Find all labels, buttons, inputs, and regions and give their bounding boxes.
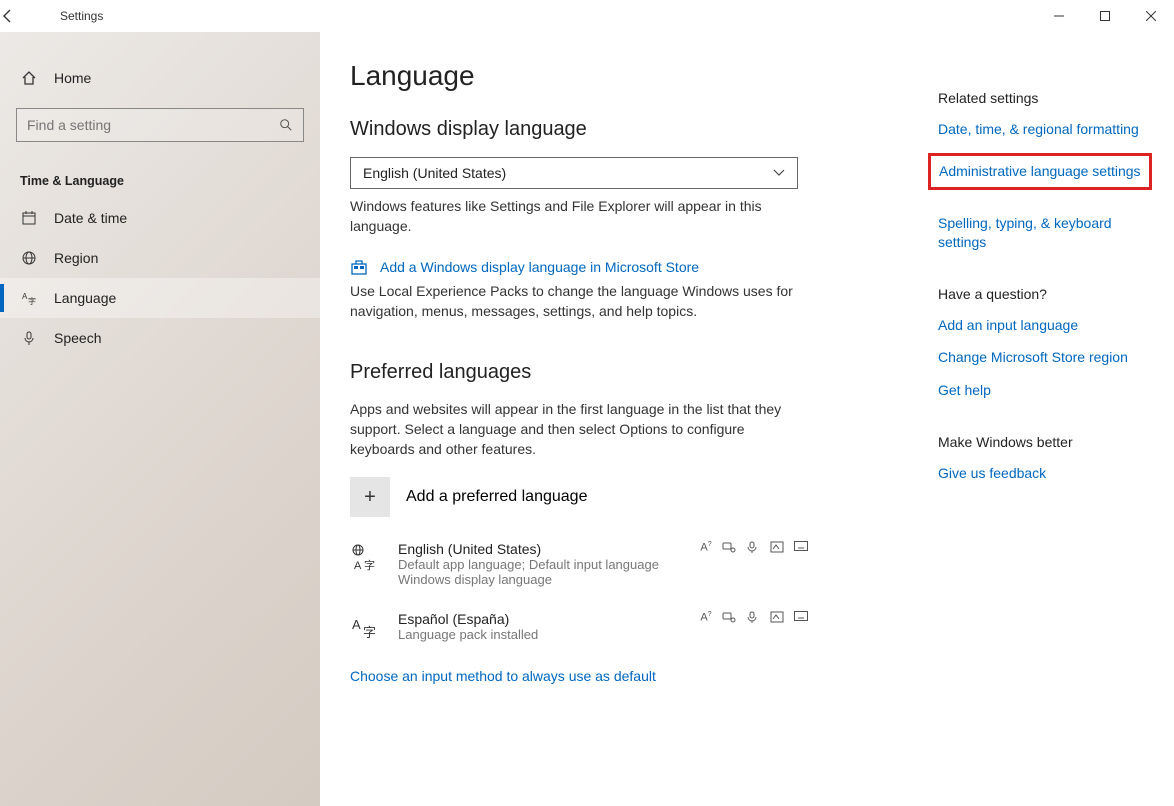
microphone-icon <box>20 330 38 346</box>
display-badge-icon: A? <box>698 611 714 624</box>
language-item-english[interactable]: A字 English (United States) Default app l… <box>350 541 810 587</box>
language-feature-badges: A? <box>698 541 810 554</box>
sidebar-item-label: Region <box>54 250 98 266</box>
language-item-spanish[interactable]: A字 Español (España) Language pack instal… <box>350 611 810 642</box>
store-icon <box>350 258 368 276</box>
link-add-input-language[interactable]: Add an input language <box>938 316 1150 335</box>
language-feature-badges: A? <box>698 611 810 624</box>
choose-input-method-link[interactable]: Choose an input method to always use as … <box>350 668 884 684</box>
right-column: Related settings Date, time, & regional … <box>914 90 1174 497</box>
preferred-languages-heading: Preferred languages <box>350 361 884 384</box>
language-sub1: Default app language; Default input lang… <box>398 557 682 572</box>
maximize-button[interactable] <box>1082 0 1128 32</box>
have-question-heading: Have a question? <box>938 286 1150 302</box>
search-box[interactable] <box>16 108 304 142</box>
window-controls <box>1036 0 1174 32</box>
language-sub1: Language pack installed <box>398 627 682 642</box>
sidebar-item-region[interactable]: Region <box>0 238 320 278</box>
back-button[interactable] <box>0 8 48 24</box>
add-display-desc: Use Local Experience Packs to change the… <box>350 282 810 321</box>
handwriting-badge-icon <box>770 611 786 624</box>
sidebar-item-label: Language <box>54 290 116 306</box>
link-spelling-typing[interactable]: Spelling, typing, & keyboard settings <box>938 214 1150 252</box>
sidebar-item-label: Date & time <box>54 210 127 226</box>
add-preferred-language-button[interactable]: + Add a preferred language <box>350 477 884 517</box>
handwriting-badge-icon <box>770 541 786 554</box>
link-text: Add a Windows display language in Micros… <box>380 259 699 275</box>
sidebar-item-datetime[interactable]: Date & time <box>0 198 320 238</box>
home-nav[interactable]: Home <box>0 56 320 100</box>
display-language-heading: Windows display language <box>350 118 884 141</box>
dropdown-value: English (United States) <box>363 165 506 181</box>
chevron-down-icon <box>773 169 785 177</box>
main-content: Language Windows display language Englis… <box>320 32 914 806</box>
language-glyph-icon: A字 <box>350 541 382 571</box>
sidebar-section: Time & Language <box>0 156 320 198</box>
link-date-time-regional[interactable]: Date, time, & regional formatting <box>938 120 1150 139</box>
speech-badge-icon <box>746 541 762 554</box>
sidebar: Home Time & Language Date & time Region … <box>0 32 320 806</box>
language-glyph-icon: A字 <box>350 611 382 641</box>
make-windows-better-heading: Make Windows better <box>938 434 1150 450</box>
globe-icon <box>20 250 38 266</box>
language-sub2: Windows display language <box>398 572 682 587</box>
titlebar: Settings <box>0 0 1174 32</box>
svg-text:字: 字 <box>364 558 375 571</box>
tts-badge-icon <box>722 611 738 624</box>
related-settings-heading: Related settings <box>938 90 1150 106</box>
keyboard-badge-icon <box>794 611 810 624</box>
sidebar-item-speech[interactable]: Speech <box>0 318 320 358</box>
plus-icon: + <box>350 477 390 517</box>
close-button[interactable] <box>1128 0 1174 32</box>
link-change-store-region[interactable]: Change Microsoft Store region <box>938 348 1150 367</box>
home-label: Home <box>54 70 91 86</box>
window-title: Settings <box>60 9 103 23</box>
preferred-languages-desc: Apps and websites will appear in the fir… <box>350 400 810 459</box>
display-language-desc: Windows features like Settings and File … <box>350 197 810 236</box>
language-name: Español (España) <box>398 611 682 627</box>
svg-text:字: 字 <box>363 625 376 640</box>
add-preferred-label: Add a preferred language <box>406 488 587 506</box>
language-name: English (United States) <box>398 541 682 557</box>
link-get-help[interactable]: Get help <box>938 381 1150 400</box>
search-icon <box>279 118 293 132</box>
language-icon: A字 <box>20 290 38 306</box>
svg-text:A: A <box>352 617 361 632</box>
search-input[interactable] <box>27 117 279 133</box>
minimize-button[interactable] <box>1036 0 1082 32</box>
link-administrative-language[interactable]: Administrative language settings <box>928 153 1152 190</box>
sidebar-item-label: Speech <box>54 330 101 346</box>
tts-badge-icon <box>722 541 738 554</box>
page-title: Language <box>350 60 884 92</box>
svg-text:A: A <box>354 560 362 571</box>
svg-text:字: 字 <box>28 296 36 306</box>
speech-badge-icon <box>746 611 762 624</box>
home-icon <box>20 70 38 86</box>
link-give-feedback[interactable]: Give us feedback <box>938 464 1150 483</box>
add-display-language-link[interactable]: Add a Windows display language in Micros… <box>350 258 884 276</box>
calendar-icon <box>20 210 38 226</box>
display-badge-icon: A? <box>698 541 714 554</box>
sidebar-item-language[interactable]: A字 Language <box>0 278 320 318</box>
keyboard-badge-icon <box>794 541 810 554</box>
display-language-dropdown[interactable]: English (United States) <box>350 157 798 189</box>
